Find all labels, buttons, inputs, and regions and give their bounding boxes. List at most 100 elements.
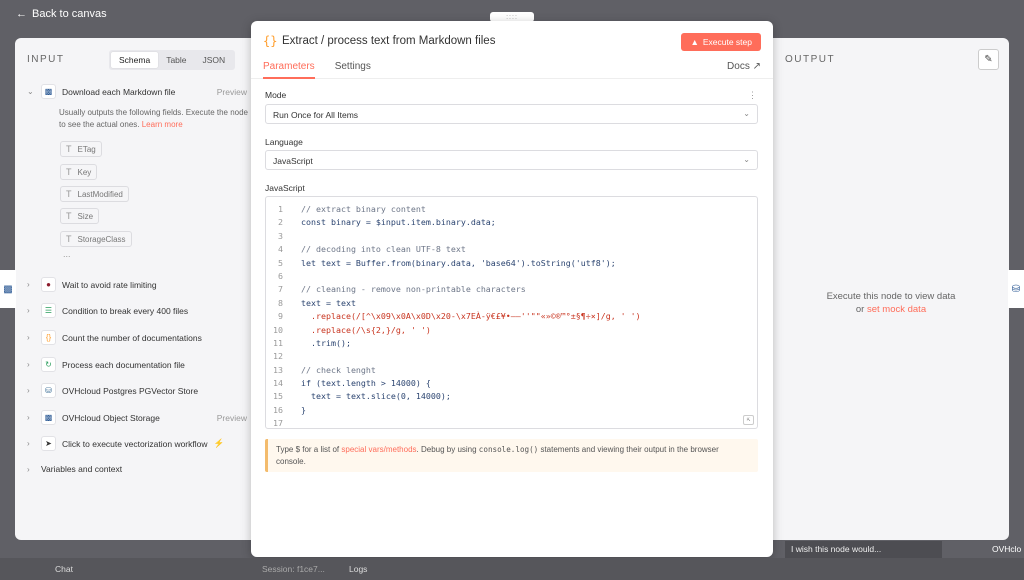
input-node-wait[interactable]: › ● Wait to avoid rate limiting [27, 277, 247, 292]
input-node-condition[interactable]: › ☰ Condition to break every 400 files [27, 303, 247, 318]
docs-label: Docs [727, 61, 750, 72]
code-line[interactable]: 14 if (text.length > 14000) { [266, 377, 757, 390]
session-id: Session: f1ce7... [262, 564, 325, 574]
expand-editor-icon[interactable]: ⇱ [743, 415, 754, 425]
code-line[interactable]: 12 [266, 350, 757, 363]
flask-icon: ▲ [690, 37, 699, 47]
lightning-icon: ⚡ [213, 438, 225, 448]
code-line[interactable]: 3 [266, 230, 757, 243]
modal-title[interactable]: Extract / process text from Markdown fil… [282, 35, 495, 47]
edit-output-button[interactable]: ✎ [978, 49, 999, 70]
node-label: Count the number of documentations [62, 332, 202, 343]
mode-select[interactable]: Run Once for All Items ⌄ [265, 104, 758, 124]
code-line[interactable]: 10 .replace(/\s{2,}/g, ' ') [266, 324, 757, 337]
variables-and-context[interactable]: › Variables and context [27, 464, 247, 474]
code-line[interactable]: 16 } [266, 404, 757, 417]
tab-json[interactable]: JSON [195, 52, 234, 68]
feedback-text: I wish this node would... [791, 544, 882, 554]
line-number: 2 [278, 217, 283, 228]
text-type-icon: T [66, 234, 72, 244]
more-fields-ellipsis: ... [63, 249, 71, 259]
line-number: 4 [278, 244, 283, 255]
code-text: // extract binary content [291, 204, 426, 214]
code-editor[interactable]: 1 // extract binary content 2 const binar… [265, 196, 758, 429]
input-node-count[interactable]: › {} Count the number of documentations [27, 330, 247, 345]
storage-icon: ▩ [41, 410, 56, 425]
preview-link[interactable]: Preview [217, 87, 247, 97]
learn-more-link[interactable]: Learn more [142, 120, 183, 129]
docs-link[interactable]: Docs ↗ [727, 61, 761, 72]
code-line[interactable]: 1 // extract binary content [266, 203, 757, 216]
code-text: let text = Buffer.from(binary.data, 'bas… [291, 257, 616, 268]
code-line[interactable]: 6 [266, 270, 757, 283]
code-line[interactable]: 15 text = text.slice(0, 14000); [266, 390, 757, 403]
code-line[interactable]: 7 // cleaning - remove non-printable cha… [266, 283, 757, 296]
special-vars-link[interactable]: special vars/methods [341, 445, 416, 454]
tab-schema[interactable]: Schema [111, 52, 159, 68]
input-node-pgvector[interactable]: › ⛁ OVHcloud Postgres PGVector Store [27, 383, 247, 398]
output-empty-message: Execute this node to view data or set mo… [773, 290, 1009, 316]
schema-field[interactable]: T LastModified [60, 186, 129, 202]
set-mock-data-link[interactable]: set mock data [867, 304, 926, 315]
arrow-left-icon: ← [16, 8, 27, 20]
code-line[interactable]: 9 .replace(/[^\x09\x0A\x0D\x20-\x7EÀ-ÿ€£… [266, 310, 757, 323]
execute-step-button[interactable]: ▲ Execute step [681, 33, 761, 51]
line-number: 12 [273, 351, 283, 362]
or-text: or [855, 304, 865, 315]
notice-middle: . Debug by using [416, 445, 479, 454]
input-node-trigger[interactable]: › ➤ Click to execute vectorization workf… [27, 436, 247, 451]
language-select[interactable]: JavaScript ⌄ [265, 150, 758, 170]
database-icon: ⛁ [41, 383, 56, 398]
tab-parameters[interactable]: Parameters [263, 61, 315, 79]
text-type-icon: T [66, 189, 72, 199]
next-node-badge[interactable]: ⛁ [1008, 270, 1024, 308]
schema-field[interactable]: T StorageClass [60, 231, 132, 247]
input-node-object-storage[interactable]: › ▩ OVHcloud Object Storage Preview [27, 410, 247, 425]
tab-table[interactable]: Table [158, 52, 194, 68]
notice-prefix: Type $ for a list of [276, 445, 342, 454]
field-name: ETag [77, 144, 96, 154]
node-label: OVHcloud Postgres PGVector Store [62, 385, 199, 396]
chevron-right-icon: › [27, 439, 30, 448]
line-number: 1 [278, 204, 283, 214]
line-number: 17 [273, 418, 283, 429]
code-line[interactable]: 2 const binary = $input.item.binary.data… [266, 216, 757, 229]
code-line[interactable]: 4 // decoding into clean UTF-8 text [266, 243, 757, 256]
param-tabs: Parameters Settings [263, 61, 371, 79]
chevron-right-icon: › [27, 333, 30, 342]
code-text: } [291, 404, 306, 415]
line-number: 16 [273, 404, 283, 415]
line-number: 7 [278, 284, 283, 295]
prev-node-badge[interactable]: ▩ [0, 270, 16, 308]
chat-tab[interactable]: Chat [55, 564, 73, 574]
code-line[interactable]: 5 let text = Buffer.from(binary.data, 'b… [266, 257, 757, 270]
schema-field[interactable]: T ETag [60, 141, 102, 157]
preview-link[interactable]: Preview [217, 413, 247, 423]
line-number: 5 [278, 257, 283, 268]
options-icon[interactable]: ⋮ [748, 90, 757, 101]
cursor-icon: ➤ [41, 436, 56, 451]
feedback-input[interactable]: I wish this node would... [785, 541, 942, 558]
chevron-right-icon: › [27, 464, 30, 474]
back-to-canvas-link[interactable]: ← Back to canvas [16, 8, 107, 20]
node-label: Process each documentation file [62, 359, 185, 370]
console-log-code: console.log() [478, 445, 539, 454]
wait-icon: ● [41, 277, 56, 292]
code-line[interactable]: 11 .trim(); [266, 337, 757, 350]
code-text: .replace(/\s{2,}/g, ' ') [291, 324, 431, 335]
line-number: 6 [278, 270, 283, 281]
execute-node-message: Execute this node to view data [826, 291, 956, 302]
chevron-right-icon: › [27, 413, 30, 422]
code-line[interactable]: 8 text = text [266, 297, 757, 310]
chevron-right-icon: › [27, 360, 30, 369]
input-node-process-each[interactable]: › ↻ Process each documentation file [27, 357, 247, 372]
input-node-download-markdown[interactable]: ⌄ ▩ Download each Markdown file Preview [27, 84, 247, 99]
logs-tab[interactable]: Logs [349, 564, 367, 574]
code-line[interactable]: 17 [266, 417, 757, 430]
tab-settings[interactable]: Settings [335, 61, 371, 79]
schema-field[interactable]: T Key [60, 164, 98, 180]
schema-hint: Usually outputs the following fields. Ex… [59, 107, 249, 131]
schema-field[interactable]: T Size [60, 208, 100, 224]
chevron-right-icon: › [27, 386, 30, 395]
code-line[interactable]: 13 // check lenght [266, 364, 757, 377]
